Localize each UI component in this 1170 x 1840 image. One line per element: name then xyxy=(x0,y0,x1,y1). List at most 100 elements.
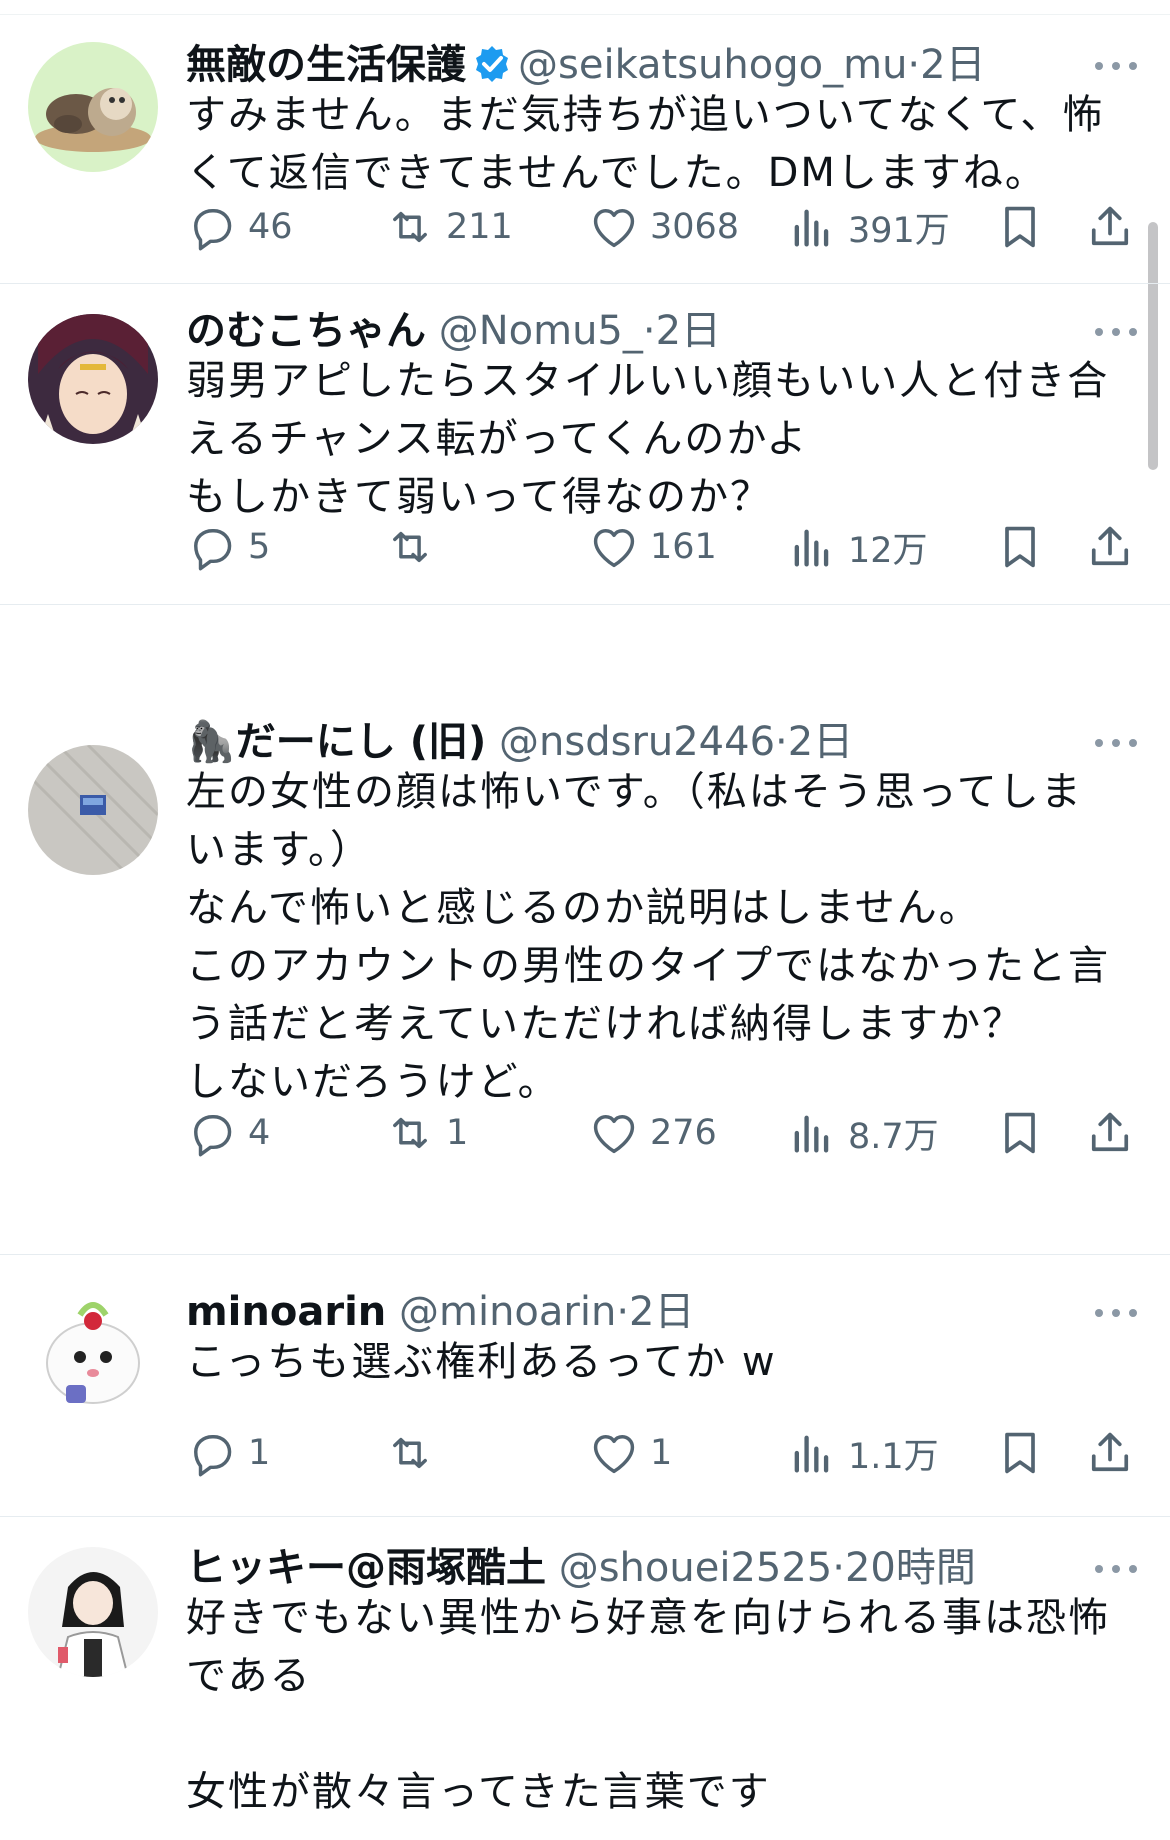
retweet-icon xyxy=(393,531,427,563)
display-name[interactable]: ヒッキー@雨塚酷土 xyxy=(186,1545,546,1591)
share-icon xyxy=(1091,526,1129,566)
reply-count: 46 xyxy=(248,207,293,247)
avatar-image xyxy=(28,1285,158,1415)
views-button[interactable]: 1.1万 xyxy=(786,1423,939,1483)
tweet-header: のむこちゃん @Nomu5_·2日 xyxy=(186,304,721,358)
bookmark-button[interactable] xyxy=(994,1103,1046,1163)
avatar[interactable] xyxy=(28,314,158,444)
reply-count: 1 xyxy=(248,1433,271,1473)
bookmark-icon xyxy=(1005,526,1035,568)
views-chart-icon xyxy=(794,209,829,247)
timestamp[interactable]: 2日 xyxy=(920,42,985,88)
share-button[interactable] xyxy=(1084,197,1136,257)
tweet-text-line xyxy=(186,1705,1136,1763)
avatar-image xyxy=(28,745,158,875)
bookmark-icon xyxy=(1005,206,1035,248)
share-button[interactable] xyxy=(1084,517,1136,577)
more-options-icon[interactable] xyxy=(1095,1307,1137,1319)
view-count: 391万 xyxy=(848,210,950,251)
views-chart-icon xyxy=(794,1435,829,1473)
tweet-text-line: 左の女性の顔は怖いです。（私はそう思ってしま xyxy=(186,769,1083,815)
like-button[interactable]: 276 xyxy=(588,1103,717,1163)
tweet-text: すみません。まだ気持ちが追いついてなくて、怖 くて返信できてませんでした。DMし… xyxy=(186,86,1136,202)
view-count: 1.1万 xyxy=(848,1436,939,1477)
display-name[interactable]: のむこちゃん xyxy=(186,308,426,354)
user-handle[interactable]: @nsdsru2446 xyxy=(499,719,775,765)
action-bar: 1 1 1.1万 xyxy=(186,1423,1136,1483)
tweet-text: 左の女性の顔は怖いです。（私はそう思ってしま います。） なんで怖いと感じるのか… xyxy=(186,763,1136,1111)
tweet-text: 弱男アピしたらスタイルいい顔もいい人と付き合 えるチャンス転がってくんのかよ も… xyxy=(186,352,1136,526)
timestamp[interactable]: 20時間 xyxy=(845,1545,976,1591)
tweet-text-line: なんで怖いと感じるのか説明はしません。 xyxy=(186,885,981,931)
heart-icon xyxy=(593,1435,635,1474)
tweet-header: ヒッキー@雨塚酷土 @shouei2525·20時間 xyxy=(186,1541,976,1595)
bookmark-button[interactable] xyxy=(994,517,1046,577)
display-name[interactable]: minoarin xyxy=(186,1289,386,1335)
views-button[interactable]: 391万 xyxy=(786,197,950,257)
tweet-text: 好きでもない異性から好意を向けられる事は恐怖 である 女性が散々言ってきた言葉で… xyxy=(186,1589,1136,1821)
like-count: 276 xyxy=(650,1113,717,1153)
avatar[interactable] xyxy=(28,1547,158,1677)
retweet-button[interactable]: 211 xyxy=(384,197,513,257)
verified-badge-icon xyxy=(472,44,512,84)
bookmark-button[interactable] xyxy=(994,1423,1046,1483)
separator-dot: · xyxy=(642,308,656,354)
like-count: 1 xyxy=(650,1433,673,1473)
reply-button[interactable]: 46 xyxy=(186,197,293,257)
views-button[interactable]: 8.7万 xyxy=(786,1103,939,1163)
retweet-icon xyxy=(393,1117,427,1149)
reply-tweet[interactable]: 🦍だーにし (旧) @nsdsru2446·2日 左の女性の顔は怖いです。（私は… xyxy=(0,605,1170,1255)
timestamp[interactable]: 2日 xyxy=(656,308,721,354)
retweet-count: 1 xyxy=(446,1113,469,1153)
tweet-text-line: 好きでもない異性から好意を向けられる事は恐怖 xyxy=(186,1595,1110,1641)
user-handle[interactable]: @minoarin xyxy=(399,1289,616,1335)
heart-icon xyxy=(593,209,635,248)
reply-tweet[interactable]: minoarin @minoarin·2日 こっちも選ぶ権利あるってか w 1 … xyxy=(0,1255,1170,1517)
reply-count: 5 xyxy=(248,527,271,567)
user-handle[interactable]: @Nomu5_ xyxy=(439,308,643,354)
tweet-text-line: 弱男アピしたらスタイルいい顔もいい人と付き合 xyxy=(186,358,1110,404)
reply-tweet[interactable]: のむこちゃん @Nomu5_·2日 弱男アピしたらスタイルいい顔もいい人と付き合… xyxy=(0,284,1170,605)
more-options-icon[interactable] xyxy=(1095,737,1137,749)
like-count: 161 xyxy=(650,527,717,567)
like-button[interactable]: 3068 xyxy=(588,197,739,257)
reply-tweet[interactable]: 無敵の生活保護 @seikatsuhogo_mu·2日 すみません。まだ気持ちが追… xyxy=(0,14,1170,284)
tweet-header: 🦍だーにし (旧) @nsdsru2446·2日 xyxy=(186,715,853,769)
reply-button[interactable]: 5 xyxy=(186,517,270,577)
avatar[interactable] xyxy=(28,745,158,875)
share-button[interactable] xyxy=(1084,1103,1136,1163)
retweet-button[interactable] xyxy=(384,1423,446,1483)
share-icon xyxy=(1091,1432,1129,1472)
heart-icon xyxy=(593,529,635,568)
avatar-image xyxy=(28,314,158,444)
share-button[interactable] xyxy=(1084,1423,1136,1483)
timestamp[interactable]: 2日 xyxy=(629,1289,694,1335)
display-name[interactable]: 🦍だーにし (旧) xyxy=(186,719,486,765)
avatar-image xyxy=(28,42,158,172)
reply-count: 4 xyxy=(248,1113,271,1153)
retweet-button[interactable]: 1 xyxy=(384,1103,468,1163)
more-options-icon[interactable] xyxy=(1095,1563,1137,1575)
avatar[interactable] xyxy=(28,42,158,172)
more-options-icon[interactable] xyxy=(1095,326,1137,338)
action-bar: 5 161 12万 xyxy=(186,517,1136,577)
display-name[interactable]: 無敵の生活保護 xyxy=(186,42,466,88)
like-button[interactable]: 161 xyxy=(588,517,717,577)
reply-button[interactable]: 4 xyxy=(186,1103,270,1163)
separator-dot: · xyxy=(616,1289,630,1335)
views-button[interactable]: 12万 xyxy=(786,517,928,577)
more-options-icon[interactable] xyxy=(1095,60,1137,72)
view-count: 12万 xyxy=(848,530,928,571)
user-handle[interactable]: @shouei2525 xyxy=(559,1545,833,1591)
user-handle[interactable]: @seikatsuhogo_mu xyxy=(518,42,907,88)
tweet-header: 無敵の生活保護 @seikatsuhogo_mu·2日 xyxy=(186,38,986,92)
bookmark-button[interactable] xyxy=(994,197,1046,257)
retweet-button[interactable] xyxy=(384,517,446,577)
tweet-text-line: くて返信できてませんでした。DMしますね。 xyxy=(186,150,1047,196)
like-button[interactable]: 1 xyxy=(588,1423,672,1483)
avatar[interactable] xyxy=(28,1285,158,1415)
timestamp[interactable]: 2日 xyxy=(788,719,853,765)
reply-button[interactable]: 1 xyxy=(186,1423,270,1483)
reply-tweet[interactable]: ヒッキー@雨塚酷土 @shouei2525·20時間 好きでもない異性から好意を… xyxy=(0,1517,1170,1840)
action-bar: 46 211 3068 391万 xyxy=(186,197,1136,257)
